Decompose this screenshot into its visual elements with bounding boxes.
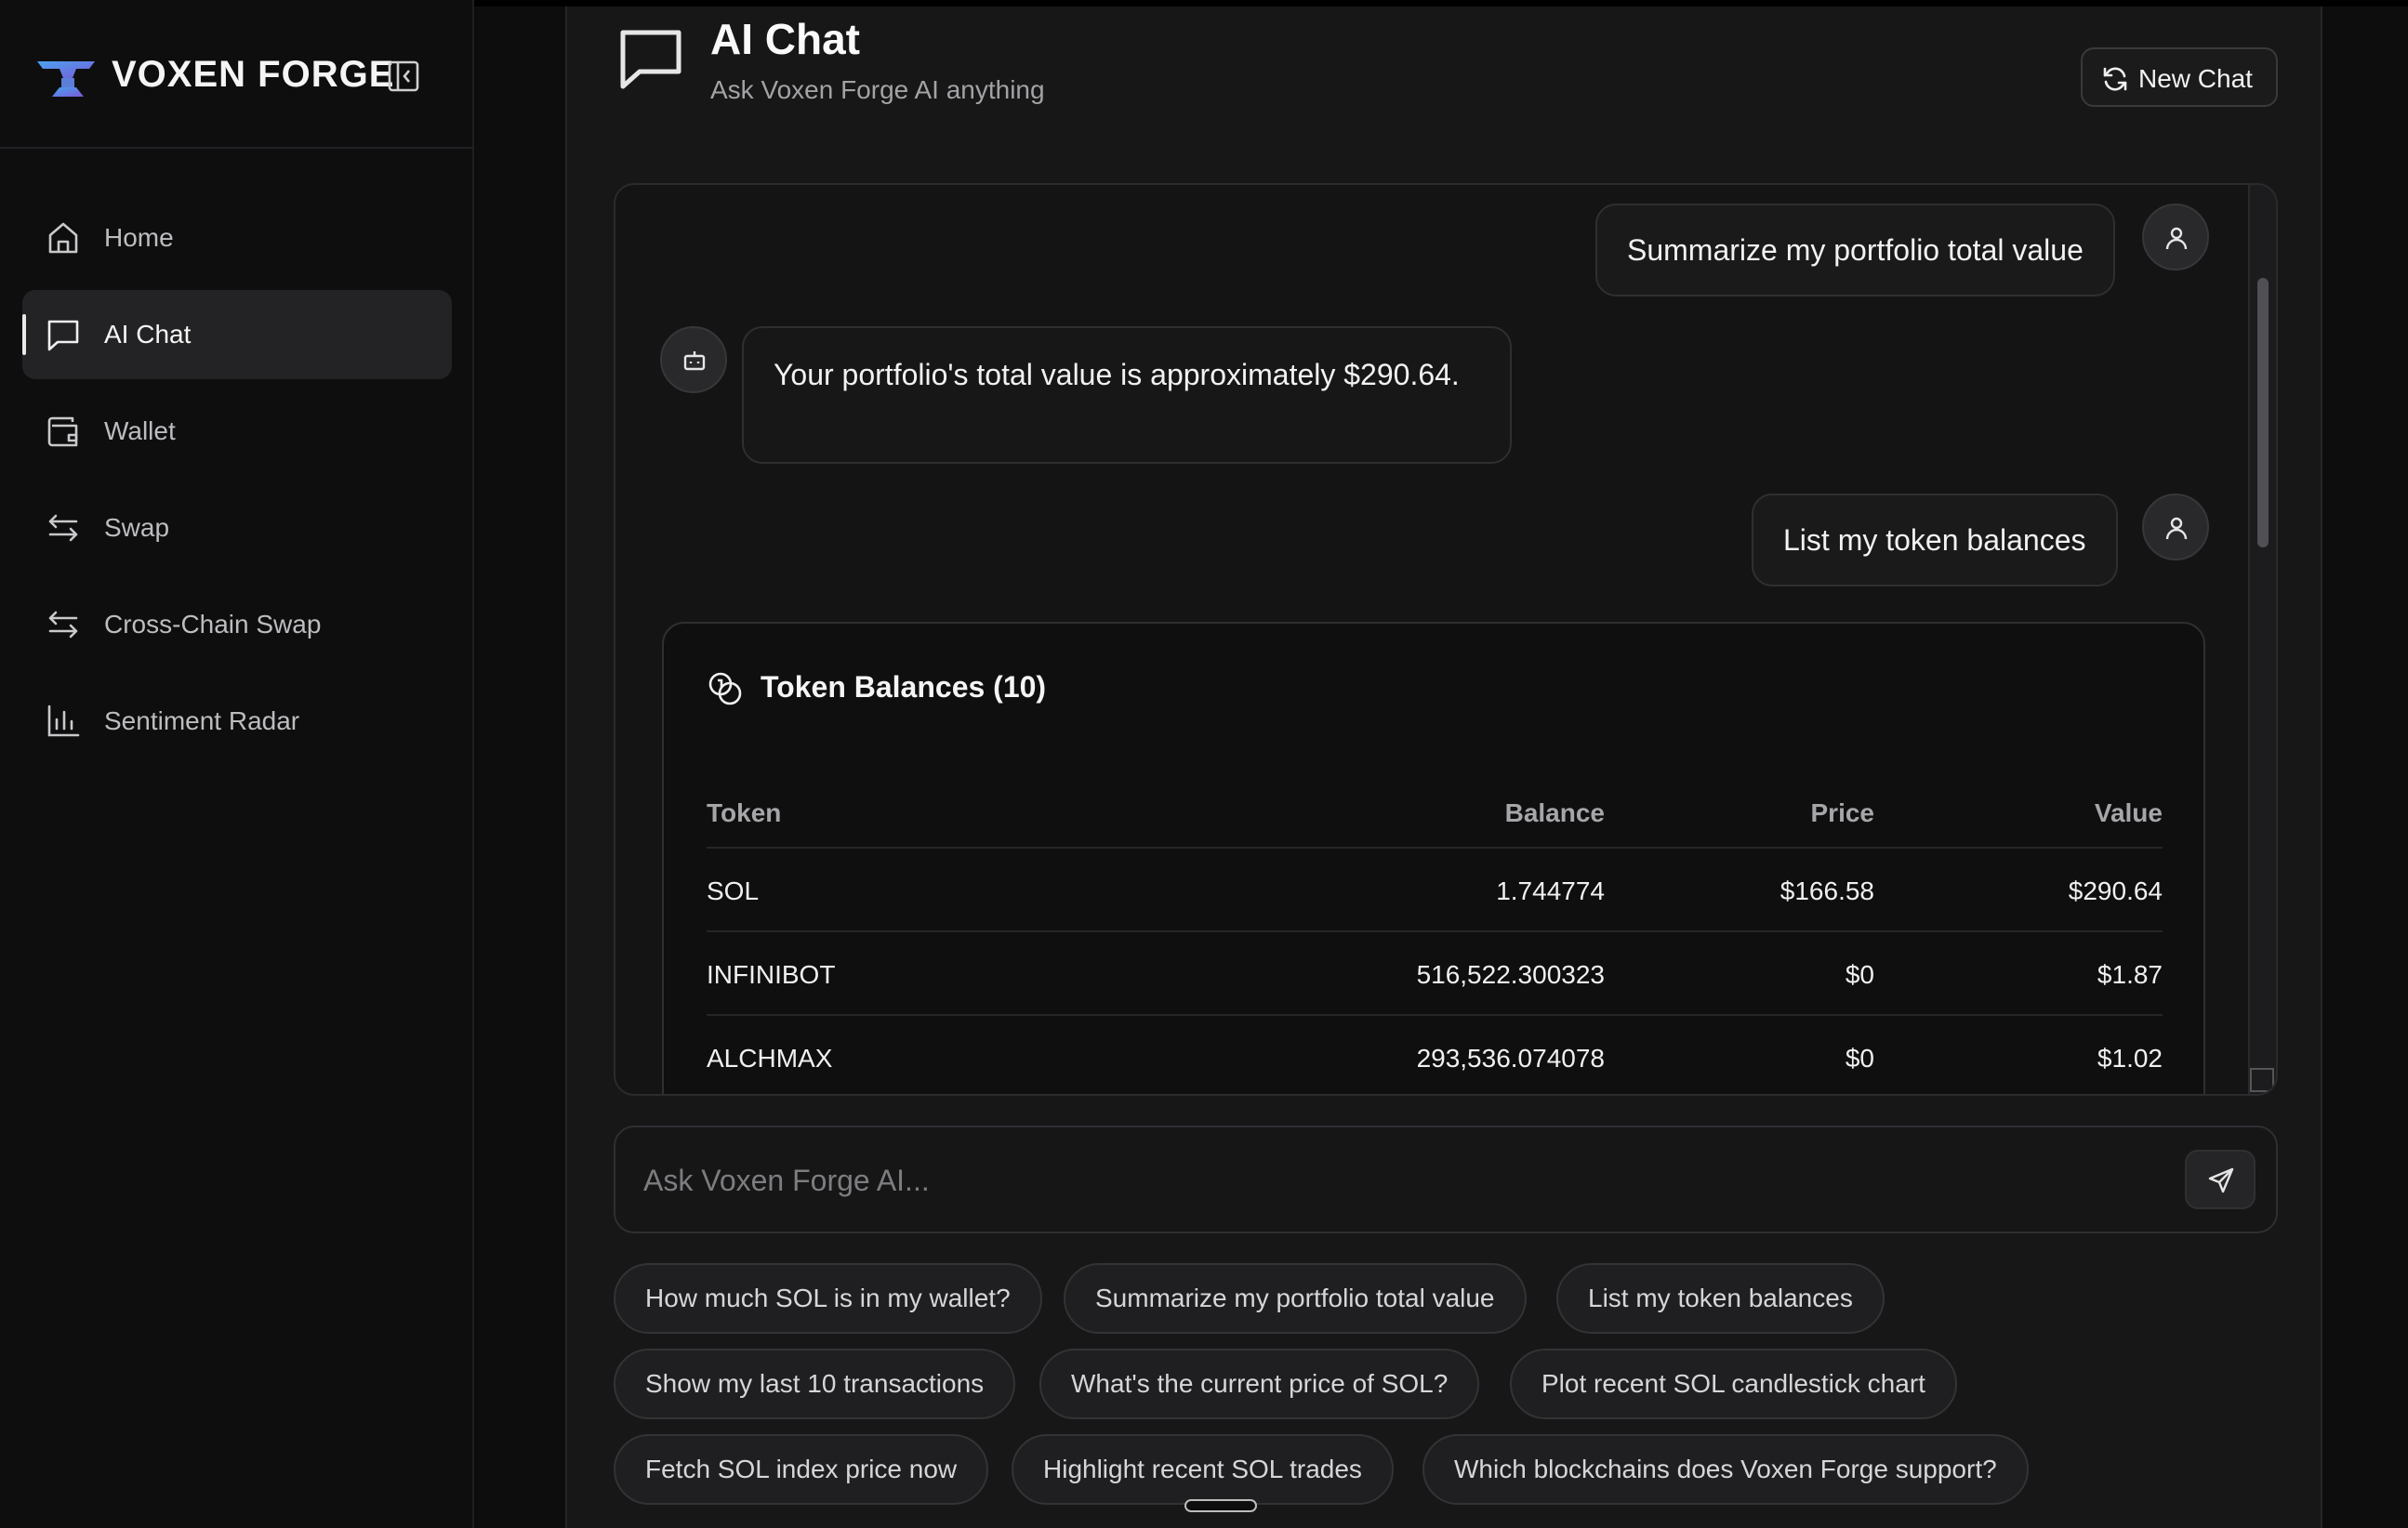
- chat-input[interactable]: [643, 1155, 2131, 1205]
- suggestion-chip[interactable]: Summarize my portfolio total value: [1064, 1263, 1527, 1334]
- user-message: List my token balances: [1752, 494, 2118, 586]
- balance-cell: 1.744774: [1496, 876, 1605, 905]
- column-header-price: Price: [1810, 798, 1875, 827]
- new-chat-button[interactable]: New Chat: [2081, 47, 2278, 107]
- column-header-value: Value: [2094, 798, 2163, 827]
- token-card-title: Token Balances (10): [761, 670, 1047, 704]
- price-cell: $166.58: [1780, 876, 1874, 905]
- value-cell: $1.02: [2097, 1044, 2163, 1073]
- coins-icon: [708, 672, 742, 705]
- token-cell: SOL: [707, 876, 760, 905]
- user-avatar: [2142, 204, 2209, 270]
- page-title: AI Chat: [710, 15, 860, 63]
- token-table: Token Balance Price Value SOL 1.744774 $…: [707, 782, 2163, 1094]
- suggestion-chip[interactable]: Fetch SOL index price now: [614, 1434, 989, 1505]
- price-cell: $0: [1845, 960, 1874, 989]
- sidebar-item-ai-chat[interactable]: AI Chat: [22, 290, 452, 379]
- table-row: ALCHMAX 293,536.074078 $0 $1.02: [707, 1016, 2163, 1094]
- cross-chain-swap-icon: [48, 611, 78, 639]
- token-cell: INFINIBOT: [707, 960, 836, 989]
- user-avatar: [2142, 494, 2209, 560]
- chat-input-box: [614, 1126, 2278, 1233]
- suggestion-chip[interactable]: What's the current price of SOL?: [1039, 1349, 1480, 1419]
- suggestion-chip[interactable]: Show my last 10 transactions: [614, 1349, 1016, 1419]
- page-subtitle: Ask Voxen Forge AI anything: [710, 75, 1045, 104]
- resize-handle[interactable]: [2250, 1068, 2274, 1092]
- table-row: INFINIBOT 516,522.300323 $0 $1.87: [707, 932, 2163, 1016]
- chat-header-icon: [620, 30, 681, 89]
- brand-name: VOXEN FORGE: [112, 54, 395, 95]
- sidebar-item-label: Sentiment Radar: [104, 706, 300, 735]
- sidebar-item-label: Home: [104, 223, 174, 252]
- sidebar-item-cross-chain-swap[interactable]: Cross-Chain Swap: [22, 580, 452, 669]
- wallet-icon: [47, 416, 78, 447]
- chat-icon: [47, 320, 79, 351]
- token-balances-card: Token Balances (10) Token Balance Price …: [662, 622, 2205, 1094]
- user-icon: [2165, 227, 2188, 250]
- sidebar-item-home[interactable]: Home: [22, 193, 452, 283]
- bot-icon: [683, 351, 706, 371]
- balance-cell: 293,536.074078: [1416, 1044, 1605, 1073]
- suggestion-chip[interactable]: List my token balances: [1556, 1263, 1885, 1334]
- suggestion-chip[interactable]: Which blockchains does Voxen Forge suppo…: [1422, 1434, 2029, 1505]
- table-row: SOL 1.744774 $166.58 $290.64: [707, 849, 2163, 932]
- column-header-token: Token: [707, 798, 782, 827]
- sidebar-item-sentiment-radar[interactable]: Sentiment Radar: [22, 677, 452, 766]
- suggestion-chip[interactable]: Plot recent SOL candlestick chart: [1510, 1349, 1957, 1419]
- user-icon: [2165, 517, 2188, 540]
- sidebar-item-label: AI Chat: [104, 320, 192, 349]
- home-icon: [48, 222, 78, 254]
- chat-messages-panel[interactable]: Summarize my portfolio total value Your …: [614, 183, 2278, 1096]
- suggestion-chip[interactable]: How much SOL is in my wallet?: [614, 1263, 1042, 1334]
- brand-header: VOXEN FORGE: [0, 0, 474, 149]
- chat-scrollbar[interactable]: [2248, 185, 2276, 1094]
- drag-handle[interactable]: [1184, 1499, 1257, 1512]
- balance-cell: 516,522.300323: [1416, 960, 1605, 989]
- refresh-icon: [2103, 67, 2127, 91]
- swap-icon: [48, 514, 78, 542]
- ai-avatar: [660, 326, 727, 393]
- sidebar-item-label: Cross-Chain Swap: [104, 610, 322, 639]
- table-header-row: Token Balance Price Value: [707, 782, 2163, 849]
- sidebar-collapse-icon[interactable]: [387, 59, 420, 93]
- value-cell: $1.87: [2097, 960, 2163, 989]
- chat-scrollbar-thumb[interactable]: [2257, 278, 2269, 547]
- chat-main: AI Chat Ask Voxen Forge AI anything New …: [565, 7, 2322, 1528]
- value-cell: $290.64: [2068, 876, 2163, 905]
- sidebar-item-label: Swap: [104, 513, 170, 542]
- ai-message: Your portfolio's total value is approxim…: [742, 326, 1512, 464]
- main-gutter: [476, 7, 565, 1528]
- sidebar-item-label: Wallet: [104, 416, 176, 445]
- token-cell: ALCHMAX: [707, 1044, 833, 1073]
- suggestion-chip[interactable]: Highlight recent SOL trades: [1012, 1434, 1394, 1505]
- bar-chart-icon: [47, 705, 80, 737]
- sidebar-item-swap[interactable]: Swap: [22, 483, 452, 573]
- price-cell: $0: [1845, 1044, 1874, 1073]
- user-message: Summarize my portfolio total value: [1595, 204, 2115, 296]
- send-button[interactable]: [2185, 1150, 2256, 1209]
- send-icon: [2208, 1167, 2234, 1193]
- sidebar-nav: Home AI Chat Wallet Swap Cross-Chain Swa…: [22, 193, 452, 773]
- sidebar: VOXEN FORGE Home AI Chat Wallet Swap Cro…: [0, 0, 474, 1528]
- new-chat-label: New Chat: [2138, 64, 2253, 93]
- column-header-balance: Balance: [1504, 798, 1605, 827]
- anvil-logo-icon: [37, 61, 95, 97]
- right-gutter: [2324, 7, 2408, 1528]
- sidebar-item-wallet[interactable]: Wallet: [22, 387, 452, 476]
